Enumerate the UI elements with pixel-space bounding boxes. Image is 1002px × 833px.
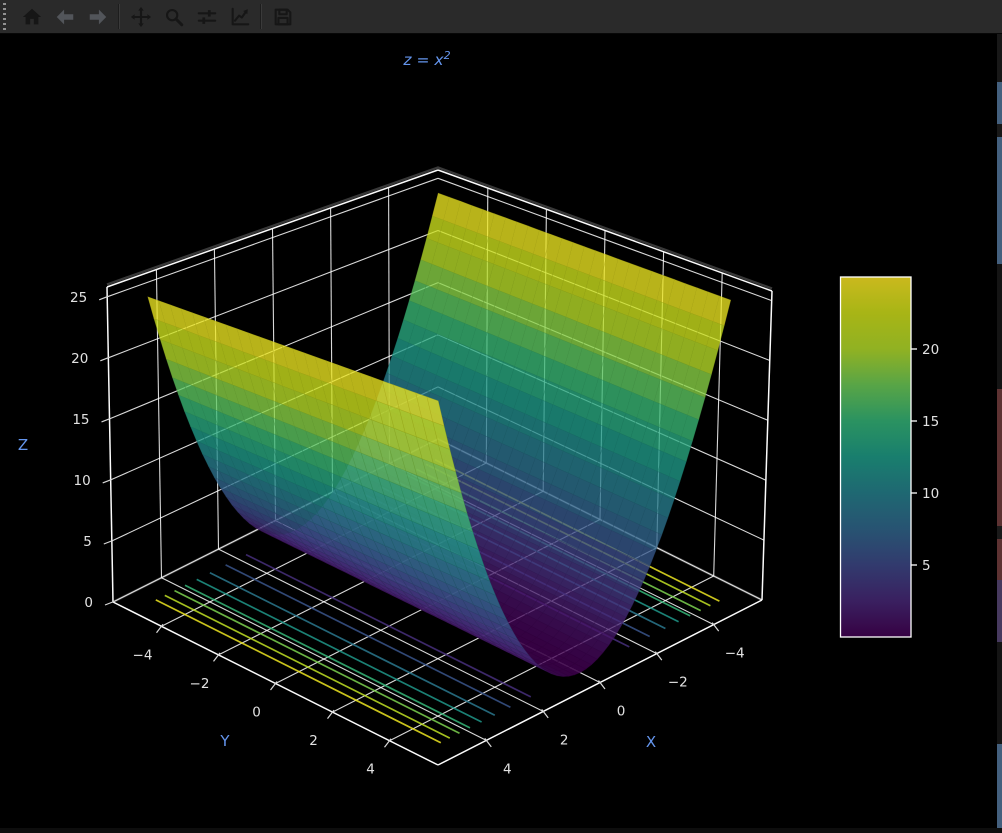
- zoom-button[interactable]: [157, 2, 190, 31]
- z-axis-label: Z: [11, 436, 35, 454]
- z-tick-label: 20: [71, 351, 88, 367]
- plot-title-base: z = x: [403, 51, 443, 69]
- forward-button[interactable]: [81, 2, 114, 31]
- y-tick-label: 2: [309, 733, 318, 749]
- y-tick-label: −2: [190, 676, 210, 692]
- configure-subplots-button[interactable]: [190, 2, 223, 31]
- colorbar-tick-label: 15: [922, 414, 939, 430]
- floppy-icon: [272, 6, 294, 28]
- save-button[interactable]: [266, 2, 299, 31]
- toolbar-separator: [260, 4, 262, 29]
- z-tick-label: 0: [84, 595, 93, 611]
- colorbar-tick-label: 5: [922, 558, 931, 574]
- y-tick-label: 0: [252, 705, 261, 721]
- figure-window: −4 −2 0 2 4 −4 −2 0 2 4 0 5 10 15 20 25 5 10 15 20: [0, 0, 1002, 833]
- plot-canvas[interactable]: −4 −2 0 2 4 −4 −2 0 2 4 0 5 10 15 20 25 5 10 15 20: [0, 0, 1002, 833]
- home-button[interactable]: [15, 2, 48, 31]
- x-tick-label: 0: [617, 704, 626, 720]
- z-tick-label: 25: [70, 290, 87, 306]
- z-tick-label: 5: [83, 534, 92, 550]
- back-button[interactable]: [48, 2, 81, 31]
- x-tick-label: 2: [560, 732, 569, 748]
- y-tick-label: 4: [366, 762, 375, 778]
- customize-axes-button[interactable]: [223, 2, 256, 31]
- pan-button[interactable]: [124, 2, 157, 31]
- x-tick-label: −2: [668, 675, 688, 691]
- y-tick-label: −4: [133, 647, 153, 663]
- x-tick-label: 4: [503, 761, 512, 777]
- arrow-left-icon: [54, 6, 76, 28]
- magnifier-icon: [163, 6, 185, 28]
- plot-title: z = x2: [327, 49, 527, 69]
- arrow-right-icon: [87, 6, 109, 28]
- x-tick-label: −4: [725, 646, 745, 662]
- colorbar-tick-label: 20: [922, 342, 939, 358]
- plot-title-exponent: 2: [444, 49, 451, 62]
- z-tick-label: 10: [74, 473, 91, 489]
- colorbar: 5 10 15 20: [841, 277, 940, 637]
- navigation-toolbar: [0, 0, 1002, 34]
- colorbar-tick-label: 10: [922, 486, 939, 502]
- toolbar-separator: [118, 4, 120, 29]
- chart-icon: [229, 6, 251, 28]
- y-axis-label: Y: [205, 732, 245, 750]
- z-tick-label: 15: [72, 412, 89, 428]
- move-icon: [130, 6, 152, 28]
- sliders-icon: [196, 6, 218, 28]
- home-icon: [21, 6, 43, 28]
- x-axis-label: X: [631, 733, 671, 751]
- window-bottom-edge: [0, 828, 1002, 833]
- toolbar-drag-handle[interactable]: [2, 3, 9, 30]
